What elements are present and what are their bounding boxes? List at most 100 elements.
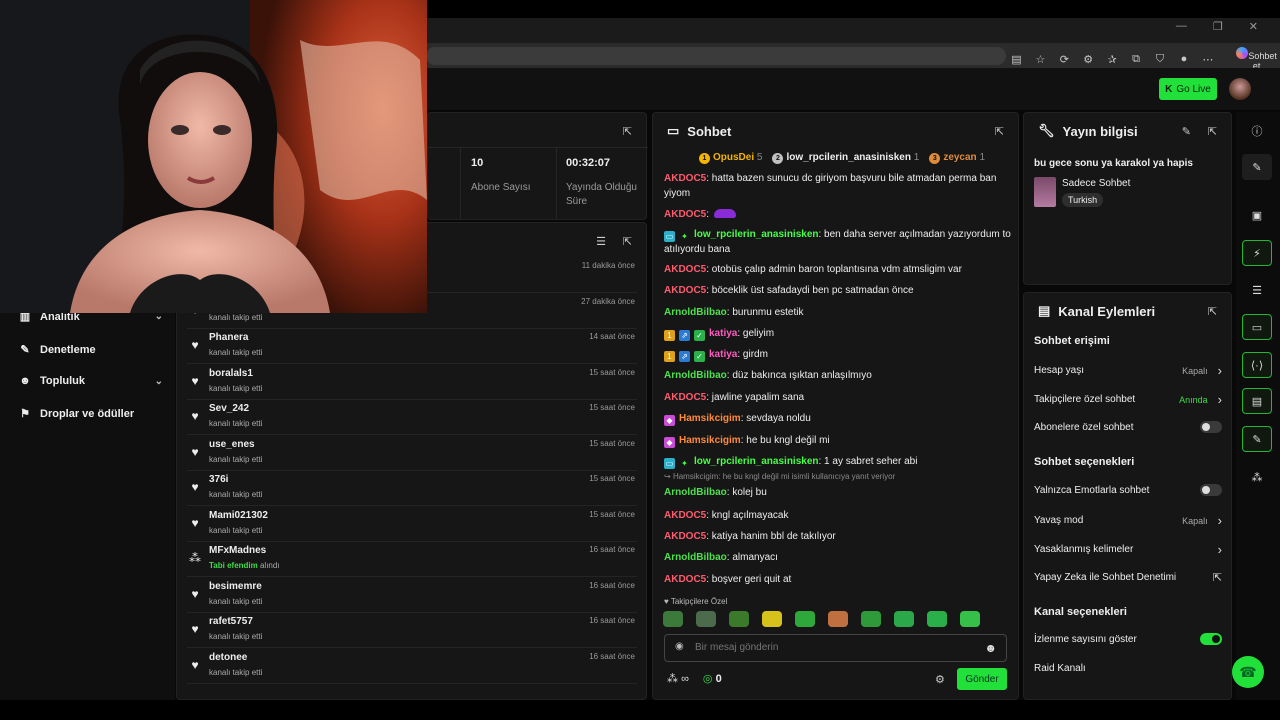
- profile-icon[interactable]: ●: [1177, 53, 1190, 65]
- activity-username[interactable]: Mami021302: [209, 510, 268, 521]
- chat-message[interactable]: AKDOC5: kngl açılmayacak: [664, 508, 1012, 523]
- setting-row[interactable]: Takipçilere özel sohbet Anında ›: [1034, 392, 1222, 407]
- collections-icon[interactable]: ⧉: [1130, 53, 1143, 66]
- chat-message[interactable]: AKDOC5: otobüs çalıp admin baron toplant…: [664, 262, 1012, 277]
- activity-username[interactable]: Phanera: [209, 332, 248, 343]
- top-user[interactable]: 3 zeycan 1: [929, 152, 985, 164]
- chat-message[interactable]: AKDOC5:: [664, 207, 1012, 222]
- list-item[interactable]: ♥ use_enes kanalı takip etti 15 saat önce: [187, 435, 637, 471]
- chat-input[interactable]: [695, 642, 975, 653]
- setting-row[interactable]: Yavaş mod Kapalı ›: [1034, 513, 1222, 528]
- list-item[interactable]: ♥ Mami021302 kanalı takip etti 15 saat önce: [187, 506, 637, 542]
- toggle-switch[interactable]: [1200, 633, 1222, 645]
- list-item[interactable]: ♥ rafet5757 kanalı takip etti 16 saat önce: [187, 612, 637, 648]
- chat-username[interactable]: AKDOC5: [664, 510, 706, 521]
- chat-message[interactable]: ◆ Hamsikcigim: sevdaya noldu: [664, 411, 1012, 426]
- setting-row[interactable]: Yapay Zeka ile Sohbet Denetimi ⇱: [1034, 571, 1222, 584]
- points-icon[interactable]: ⁂: [1242, 464, 1272, 490]
- nav-item-denetleme[interactable]: ✎ Denetleme: [18, 343, 163, 357]
- popout-icon[interactable]: ⇱: [623, 125, 632, 138]
- chat-icon[interactable]: ▭: [1242, 314, 1272, 340]
- list-item[interactable]: ⁂ MFxMadnes Tabi efendim alındı 16 saat önc…: [187, 541, 637, 577]
- address-field[interactable]: [426, 47, 1006, 65]
- chat-username[interactable]: AKDOC5: [664, 173, 706, 184]
- emoji-icon[interactable]: ☻: [984, 641, 997, 655]
- kick-points-icon[interactable]: ◎ 0: [703, 672, 722, 685]
- chat-username[interactable]: low_rpcilerin_anasinisken: [694, 456, 819, 467]
- emote-icon[interactable]: [729, 611, 749, 627]
- nav-item-droplar[interactable]: ⚑ Droplar ve ödüller: [18, 407, 163, 421]
- emote-icon[interactable]: [828, 611, 848, 627]
- chat-username[interactable]: Hamsikcigim: [679, 413, 741, 424]
- list-icon[interactable]: ☰: [1242, 277, 1272, 303]
- chat-username[interactable]: AKDOC5: [664, 392, 706, 403]
- activity-username[interactable]: besimemre: [209, 581, 262, 592]
- settings-gear-icon[interactable]: ⚙: [935, 673, 945, 686]
- toggle-switch[interactable]: [1200, 421, 1222, 433]
- setting-row[interactable]: Raid Kanalı: [1034, 663, 1222, 674]
- shield-icon[interactable]: ⛉: [1154, 53, 1167, 66]
- chat-username[interactable]: AKDOC5: [664, 285, 706, 296]
- chat-username[interactable]: AKDOC5: [664, 264, 706, 275]
- help-icon[interactable]: ☎︎: [1232, 656, 1264, 688]
- list-item[interactable]: ♥ Phanera kanalı takip etti 14 saat önce: [187, 328, 637, 364]
- chat-username[interactable]: AKDOC5: [664, 531, 706, 542]
- info-icon[interactable]: ⓘ: [1242, 118, 1272, 144]
- chat-message[interactable]: ArnoldBilbao: almanyacı: [664, 550, 1012, 565]
- chat-input-box[interactable]: ◉ ☻: [664, 634, 1007, 662]
- setting-row[interactable]: Abonelere özel sohbet: [1034, 421, 1222, 433]
- points-icon[interactable]: ⁂ ∞: [667, 672, 689, 685]
- popout-icon[interactable]: ⇱: [1208, 125, 1217, 138]
- setting-row[interactable]: Hesap yaşı Kapalı ›: [1034, 363, 1222, 378]
- extensions-icon[interactable]: ⚙: [1082, 53, 1095, 66]
- chat-message[interactable]: AKDOC5: jawline yapalim sana: [664, 390, 1012, 405]
- reader-icon[interactable]: ▤: [1010, 53, 1023, 66]
- chat-username[interactable]: AKDOC5: [664, 209, 706, 220]
- media-icon[interactable]: ▣: [1242, 202, 1272, 228]
- chat-username[interactable]: ArnoldBilbao: [664, 307, 727, 318]
- chat-username[interactable]: AKDOC5: [664, 574, 706, 585]
- go-live-button[interactable]: K Go Live: [1159, 78, 1217, 100]
- maximize-button[interactable]: ❐: [1213, 20, 1223, 33]
- chat-username[interactable]: ArnoldBilbao: [664, 487, 727, 498]
- chat-message[interactable]: ArnoldBilbao: kolej bu: [664, 485, 1012, 500]
- list-item[interactable]: ♥ boralals1 kanalı takip etti 15 saat önce: [187, 364, 637, 400]
- chat-message[interactable]: ArnoldBilbao: burunmu estetik: [664, 305, 1012, 320]
- emote-icon[interactable]: [762, 611, 782, 627]
- star-icon[interactable]: ☆: [1034, 53, 1047, 66]
- chat-message[interactable]: AKDOC5: katiya hanim bbl de takılıyor: [664, 529, 1012, 544]
- activity-username[interactable]: Sev_242: [209, 403, 249, 414]
- tag-badge[interactable]: Turkish: [1062, 193, 1104, 207]
- setting-row[interactable]: İzlenme sayısını göster: [1034, 633, 1222, 645]
- top-user[interactable]: 1 OpusDei 5: [699, 152, 762, 164]
- broadcast-icon[interactable]: ⟨·⟩: [1242, 352, 1272, 378]
- popout-icon[interactable]: ⇱: [995, 125, 1004, 138]
- category-name[interactable]: Sadece Sohbet: [1062, 178, 1130, 189]
- popout-icon[interactable]: ⇱: [623, 235, 632, 248]
- list-item[interactable]: ♥ Sev_242 kanalı takip etti 15 saat önce: [187, 399, 637, 435]
- chat-message[interactable]: AKDOC5: böceklik üst safadaydi ben pc sa…: [664, 283, 1012, 298]
- lightning-icon[interactable]: ⚡︎: [1242, 240, 1272, 266]
- chat-username[interactable]: katiya: [709, 328, 737, 339]
- activity-username[interactable]: detonee: [209, 652, 247, 663]
- activity-username[interactable]: MFxMadnes: [209, 545, 266, 556]
- toggle-switch[interactable]: [1200, 484, 1222, 496]
- chat-username[interactable]: low_rpcilerin_anasinisken: [694, 229, 819, 240]
- setting-row[interactable]: Yalnızca Emotlarla sohbet: [1034, 484, 1222, 496]
- emote-icon[interactable]: [696, 611, 716, 627]
- chat-message[interactable]: ArnoldBilbao: düz bakınca ışıktan anlaşı…: [664, 368, 1012, 383]
- list-item[interactable]: ♥ 376i kanalı takip etti 15 saat önce: [187, 470, 637, 506]
- chat-username[interactable]: Hamsikcigim: [679, 435, 741, 446]
- favorites-icon[interactable]: ✰: [1106, 53, 1119, 66]
- filter-icon[interactable]: ☰: [596, 235, 606, 248]
- chat-message[interactable]: 1 ⇗ ✓ katiya: geliyim: [664, 326, 1012, 341]
- setting-row[interactable]: Yasaklanmış kelimeler ›: [1034, 542, 1222, 557]
- activity-username[interactable]: 376i: [209, 474, 228, 485]
- top-user[interactable]: 2 low_rpcilerin_anasinisken 1: [772, 152, 919, 164]
- chat-message[interactable]: AKDOC5: boşver geri quit at: [664, 572, 1012, 587]
- chat-username[interactable]: ArnoldBilbao: [664, 552, 727, 563]
- popout-icon[interactable]: ⇱: [1208, 305, 1217, 318]
- list-item[interactable]: ♥ detonee kanalı takip etti 16 saat önce: [187, 648, 637, 684]
- emote-icon[interactable]: [927, 611, 947, 627]
- activity-username[interactable]: use_enes: [209, 439, 255, 450]
